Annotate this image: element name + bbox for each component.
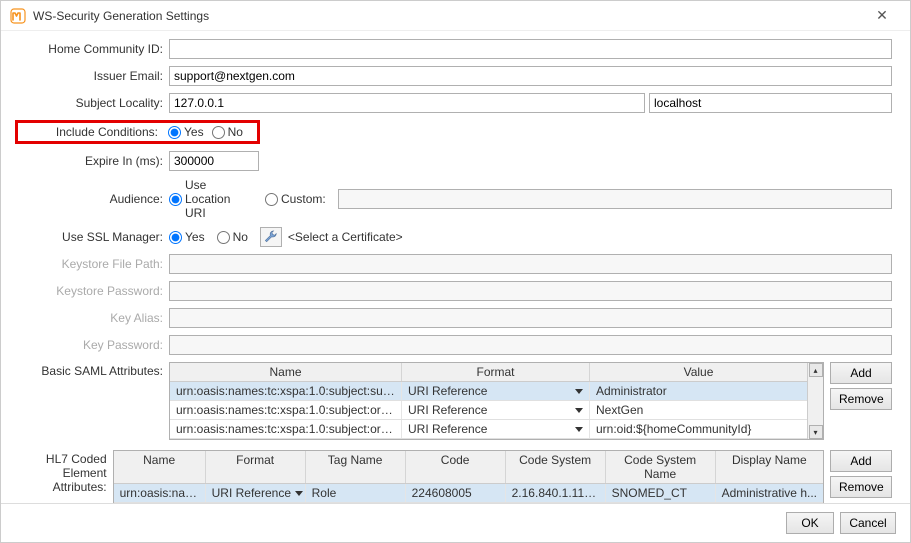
hl7-header-name: Name: [114, 451, 206, 483]
hl7-attributes-table[interactable]: Name Format Tag Name Code Code System Co…: [113, 450, 824, 503]
label-use-ssl: Use SSL Manager:: [19, 230, 169, 244]
label-expire-in: Expire In (ms):: [19, 154, 169, 168]
ssl-no-radio[interactable]: No: [217, 230, 248, 244]
saml-header-value: Value: [590, 363, 807, 381]
hl7-header-codesysname: Code System Name: [606, 451, 716, 483]
include-conditions-no-radio[interactable]: No: [212, 125, 243, 139]
subject-locality-ip-input[interactable]: [169, 93, 645, 113]
include-conditions-yes-radio[interactable]: Yes: [168, 125, 204, 139]
cancel-button[interactable]: Cancel: [840, 512, 896, 534]
dialog-footer: OK Cancel: [1, 503, 910, 542]
window-title: WS-Security Generation Settings: [33, 9, 862, 23]
saml-header-format: Format: [402, 363, 590, 381]
key-password-input: [169, 335, 892, 355]
label-key-alias: Key Alias:: [19, 311, 169, 325]
hl7-remove-button[interactable]: Remove: [830, 476, 892, 498]
audience-custom-input: [338, 189, 892, 209]
certificate-placeholder: <Select a Certificate>: [288, 230, 403, 244]
certificate-config-icon[interactable]: [260, 227, 282, 247]
hl7-header-tag: Tag Name: [306, 451, 406, 483]
hl7-add-button[interactable]: Add: [830, 450, 892, 472]
label-audience: Audience:: [19, 192, 169, 206]
label-key-password: Key Password:: [19, 338, 169, 352]
caret-down-icon: [575, 427, 583, 432]
include-conditions-highlight: Include Conditions: Yes No: [15, 120, 260, 144]
label-issuer-email: Issuer Email:: [19, 69, 169, 83]
saml-attributes-table[interactable]: Name Format Value urn:oasis:names:tc:xsp…: [169, 362, 824, 440]
close-icon[interactable]: ✕: [862, 7, 902, 24]
subject-locality-host-input[interactable]: [649, 93, 892, 113]
saml-add-button[interactable]: Add: [830, 362, 892, 384]
expire-in-input[interactable]: [169, 151, 259, 171]
label-include-conditions: Include Conditions:: [18, 125, 164, 139]
label-keystore-path: Keystore File Path:: [19, 257, 169, 271]
caret-down-icon: [575, 408, 583, 413]
app-icon: [9, 7, 27, 25]
saml-scrollbar[interactable]: ▴ ▾: [807, 363, 823, 439]
hl7-header-codesys: Code System: [506, 451, 606, 483]
saml-row[interactable]: urn:oasis:names:tc:xspa:1.0:subject:org.…: [170, 401, 807, 420]
hl7-header-display: Display Name: [716, 451, 823, 483]
home-community-id-input[interactable]: [169, 39, 892, 59]
content-area: Home Community ID: Issuer Email: Subject…: [1, 31, 910, 503]
dialog-window: WS-Security Generation Settings ✕ Home C…: [0, 0, 911, 543]
caret-down-icon: [295, 491, 303, 496]
label-keystore-password: Keystore Password:: [19, 284, 169, 298]
hl7-header-format: Format: [206, 451, 306, 483]
saml-row[interactable]: urn:oasis:names:tc:xspa:1.0:subject:org.…: [170, 420, 807, 439]
audience-custom-radio[interactable]: Custom:: [265, 192, 326, 206]
hl7-header-code: Code: [406, 451, 506, 483]
label-hl7-coded: HL7 Coded Element Attributes:: [19, 450, 113, 494]
saml-remove-button[interactable]: Remove: [830, 388, 892, 410]
label-home-community-id: Home Community ID:: [19, 42, 169, 56]
titlebar: WS-Security Generation Settings ✕: [1, 1, 910, 31]
saml-header-name: Name: [170, 363, 402, 381]
scroll-up-icon[interactable]: ▴: [809, 363, 823, 377]
ok-button[interactable]: OK: [786, 512, 834, 534]
audience-location-radio[interactable]: Use Location URI: [169, 178, 253, 220]
saml-row[interactable]: urn:oasis:names:tc:xspa:1.0:subject:sub.…: [170, 382, 807, 401]
label-subject-locality: Subject Locality:: [19, 96, 169, 110]
keystore-path-input: [169, 254, 892, 274]
label-basic-saml: Basic SAML Attributes:: [19, 362, 169, 378]
hl7-row[interactable]: urn:oasis:name... URI Reference Role 224…: [114, 484, 823, 503]
scroll-down-icon[interactable]: ▾: [809, 425, 823, 439]
key-alias-input: [169, 308, 892, 328]
caret-down-icon: [575, 389, 583, 394]
ssl-yes-radio[interactable]: Yes: [169, 230, 205, 244]
issuer-email-input[interactable]: [169, 66, 892, 86]
keystore-password-input: [169, 281, 892, 301]
